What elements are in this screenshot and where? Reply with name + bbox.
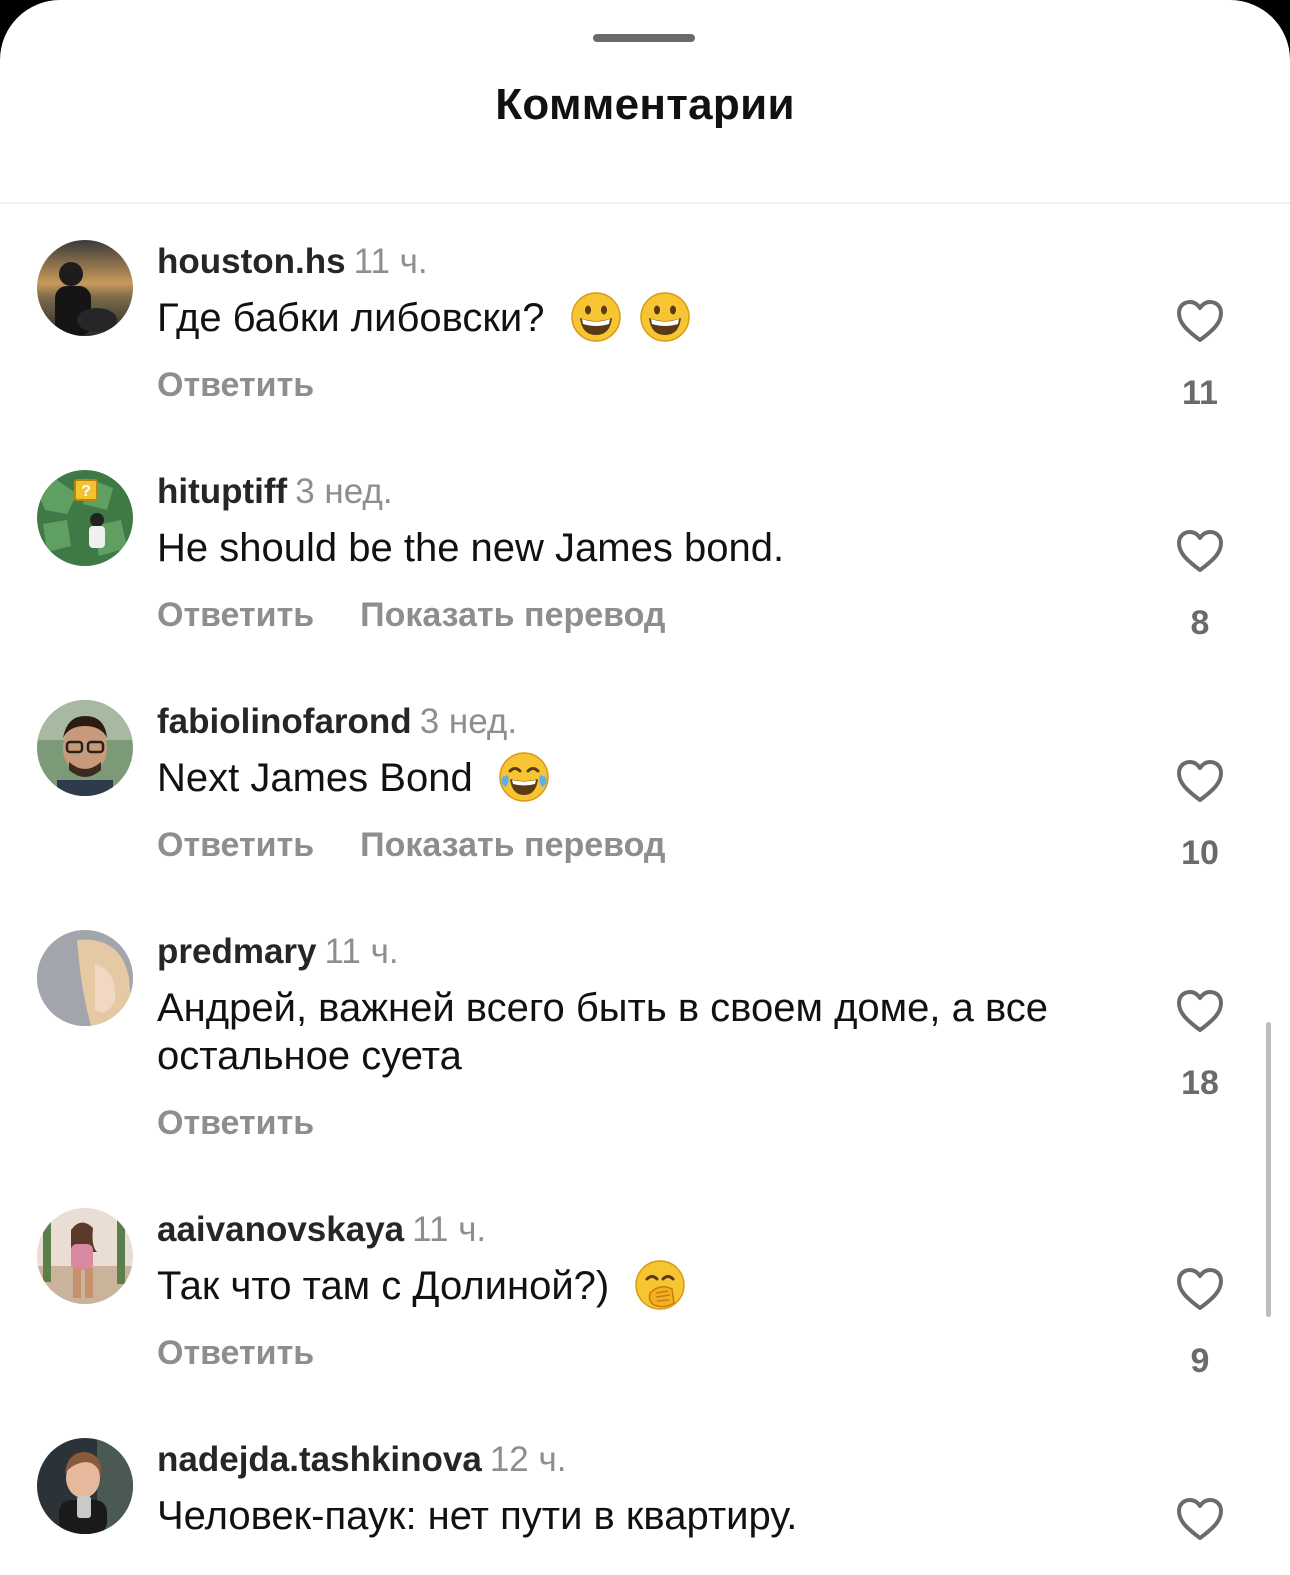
heart-outline-icon[interactable] — [1175, 988, 1225, 1034]
reply-button[interactable]: Ответить — [157, 596, 314, 634]
comment-actions: Ответить Показать перевод — [157, 826, 712, 865]
sheet-grab-handle[interactable] — [593, 34, 695, 42]
avatar[interactable] — [37, 930, 133, 1026]
scrollbar[interactable] — [1266, 1022, 1271, 1317]
comment-item: nadejda.tashkinova 12 ч. Человек-паук: не… — [0, 1438, 1290, 1575]
comment-text: Так что там с Долиной?) — [157, 1260, 1077, 1311]
heart-outline-icon[interactable] — [1175, 298, 1225, 344]
comment-body: Человек-паук: нет пути в квартиру. — [157, 1494, 798, 1538]
heart-outline-icon[interactable] — [1175, 758, 1225, 804]
comment-username[interactable]: nadejda.tashkinova — [157, 1440, 482, 1479]
comment-actions: Ответить — [157, 366, 360, 405]
heart-outline-icon[interactable] — [1175, 528, 1225, 574]
reply-button[interactable]: Ответить — [157, 366, 314, 404]
comment-text: Где бабки либовски? — [157, 292, 1077, 343]
comment-username[interactable]: houston.hs — [157, 242, 346, 281]
tears-of-joy-emoji — [499, 752, 549, 803]
comment-username[interactable]: hituptiff — [157, 472, 287, 511]
comment-meta: hituptiff 3 нед. — [157, 470, 393, 514]
comment-time: 12 ч. — [489, 1440, 567, 1479]
like-count: 18 — [1181, 1064, 1219, 1102]
heart-outline-icon[interactable] — [1175, 1496, 1225, 1542]
reply-button[interactable]: Ответить — [157, 1334, 314, 1372]
comment-item: predmary 11 ч. Андрей, важней всего быть … — [0, 930, 1290, 1160]
comment-actions: Ответить — [157, 1104, 360, 1143]
comment-meta: predmary 11 ч. — [157, 930, 399, 974]
comment-item: fabiolinofarond 3 нед. Next James Bond От… — [0, 700, 1290, 880]
comment-time: 3 нед. — [419, 702, 518, 741]
like-count: 11 — [1182, 374, 1218, 412]
like-count: 10 — [1181, 834, 1219, 872]
comment-text: He should be the new James bond. — [157, 524, 1077, 572]
comment-body: He should be the new James bond. — [157, 526, 785, 570]
comment-text: Человек-паук: нет пути в квартиру. — [157, 1492, 1077, 1540]
avatar[interactable] — [37, 1208, 133, 1304]
comment-text: Андрей, важней всего быть в своем доме, … — [157, 984, 1057, 1080]
comment-text: Next James Bond — [157, 752, 1077, 803]
grinning-face-emoji — [640, 292, 690, 343]
comment-item: ? hituptiff 3 нед. He should be the new J… — [0, 470, 1290, 650]
sheet-title: Комментарии — [495, 80, 795, 129]
comment-username[interactable]: fabiolinofarond — [157, 702, 412, 741]
show-translation-button[interactable]: Показать перевод — [360, 596, 665, 634]
comment-body: Так что там с Долиной?) — [157, 1264, 610, 1308]
comment-time: 11 ч. — [412, 1210, 487, 1249]
comment-body: Андрей, важней всего быть в своем доме, … — [157, 986, 1049, 1078]
avatar[interactable] — [37, 240, 133, 336]
comment-username[interactable]: predmary — [157, 932, 317, 971]
comment-actions: Ответить Показать перевод — [157, 596, 712, 635]
comment-meta: aaivanovskaya 11 ч. — [157, 1208, 486, 1252]
comment-meta: nadejda.tashkinova 12 ч. — [157, 1438, 566, 1482]
like-count: 8 — [1190, 604, 1210, 642]
avatar[interactable] — [37, 1438, 133, 1534]
hand-over-mouth-emoji — [635, 1260, 686, 1311]
comment-username[interactable]: aaivanovskaya — [157, 1210, 404, 1249]
grinning-face-emoji — [570, 292, 621, 343]
show-translation-button[interactable]: Показать перевод — [360, 826, 665, 864]
comment-meta: fabiolinofarond 3 нед. — [157, 700, 517, 744]
like-count: 9 — [1190, 1342, 1210, 1380]
comments-sheet: Комментарии houston.hs 11 ч. Где бабки ли… — [0, 0, 1290, 1575]
comment-time: 11 ч. — [324, 932, 399, 971]
reply-button[interactable]: Ответить — [157, 826, 314, 864]
title-divider — [0, 202, 1290, 204]
avatar[interactable]: ? — [37, 470, 133, 566]
svg-text:?: ? — [81, 483, 91, 500]
comment-body: Next James Bond — [157, 756, 473, 800]
comment-actions: Ответить — [157, 1334, 360, 1373]
comment-item: houston.hs 11 ч. Где бабки либовски? Отве… — [0, 240, 1290, 420]
avatar[interactable] — [37, 700, 133, 796]
comment-time: 3 нед. — [295, 472, 393, 511]
reply-button[interactable]: Ответить — [157, 1104, 314, 1142]
comment-time: 11 ч. — [353, 242, 428, 281]
heart-outline-icon[interactable] — [1175, 1266, 1225, 1312]
comment-body: Где бабки либовски? — [157, 296, 545, 340]
comment-item: aaivanovskaya 11 ч. Так что там с Долиной… — [0, 1208, 1290, 1388]
comment-meta: houston.hs 11 ч. — [157, 240, 428, 284]
